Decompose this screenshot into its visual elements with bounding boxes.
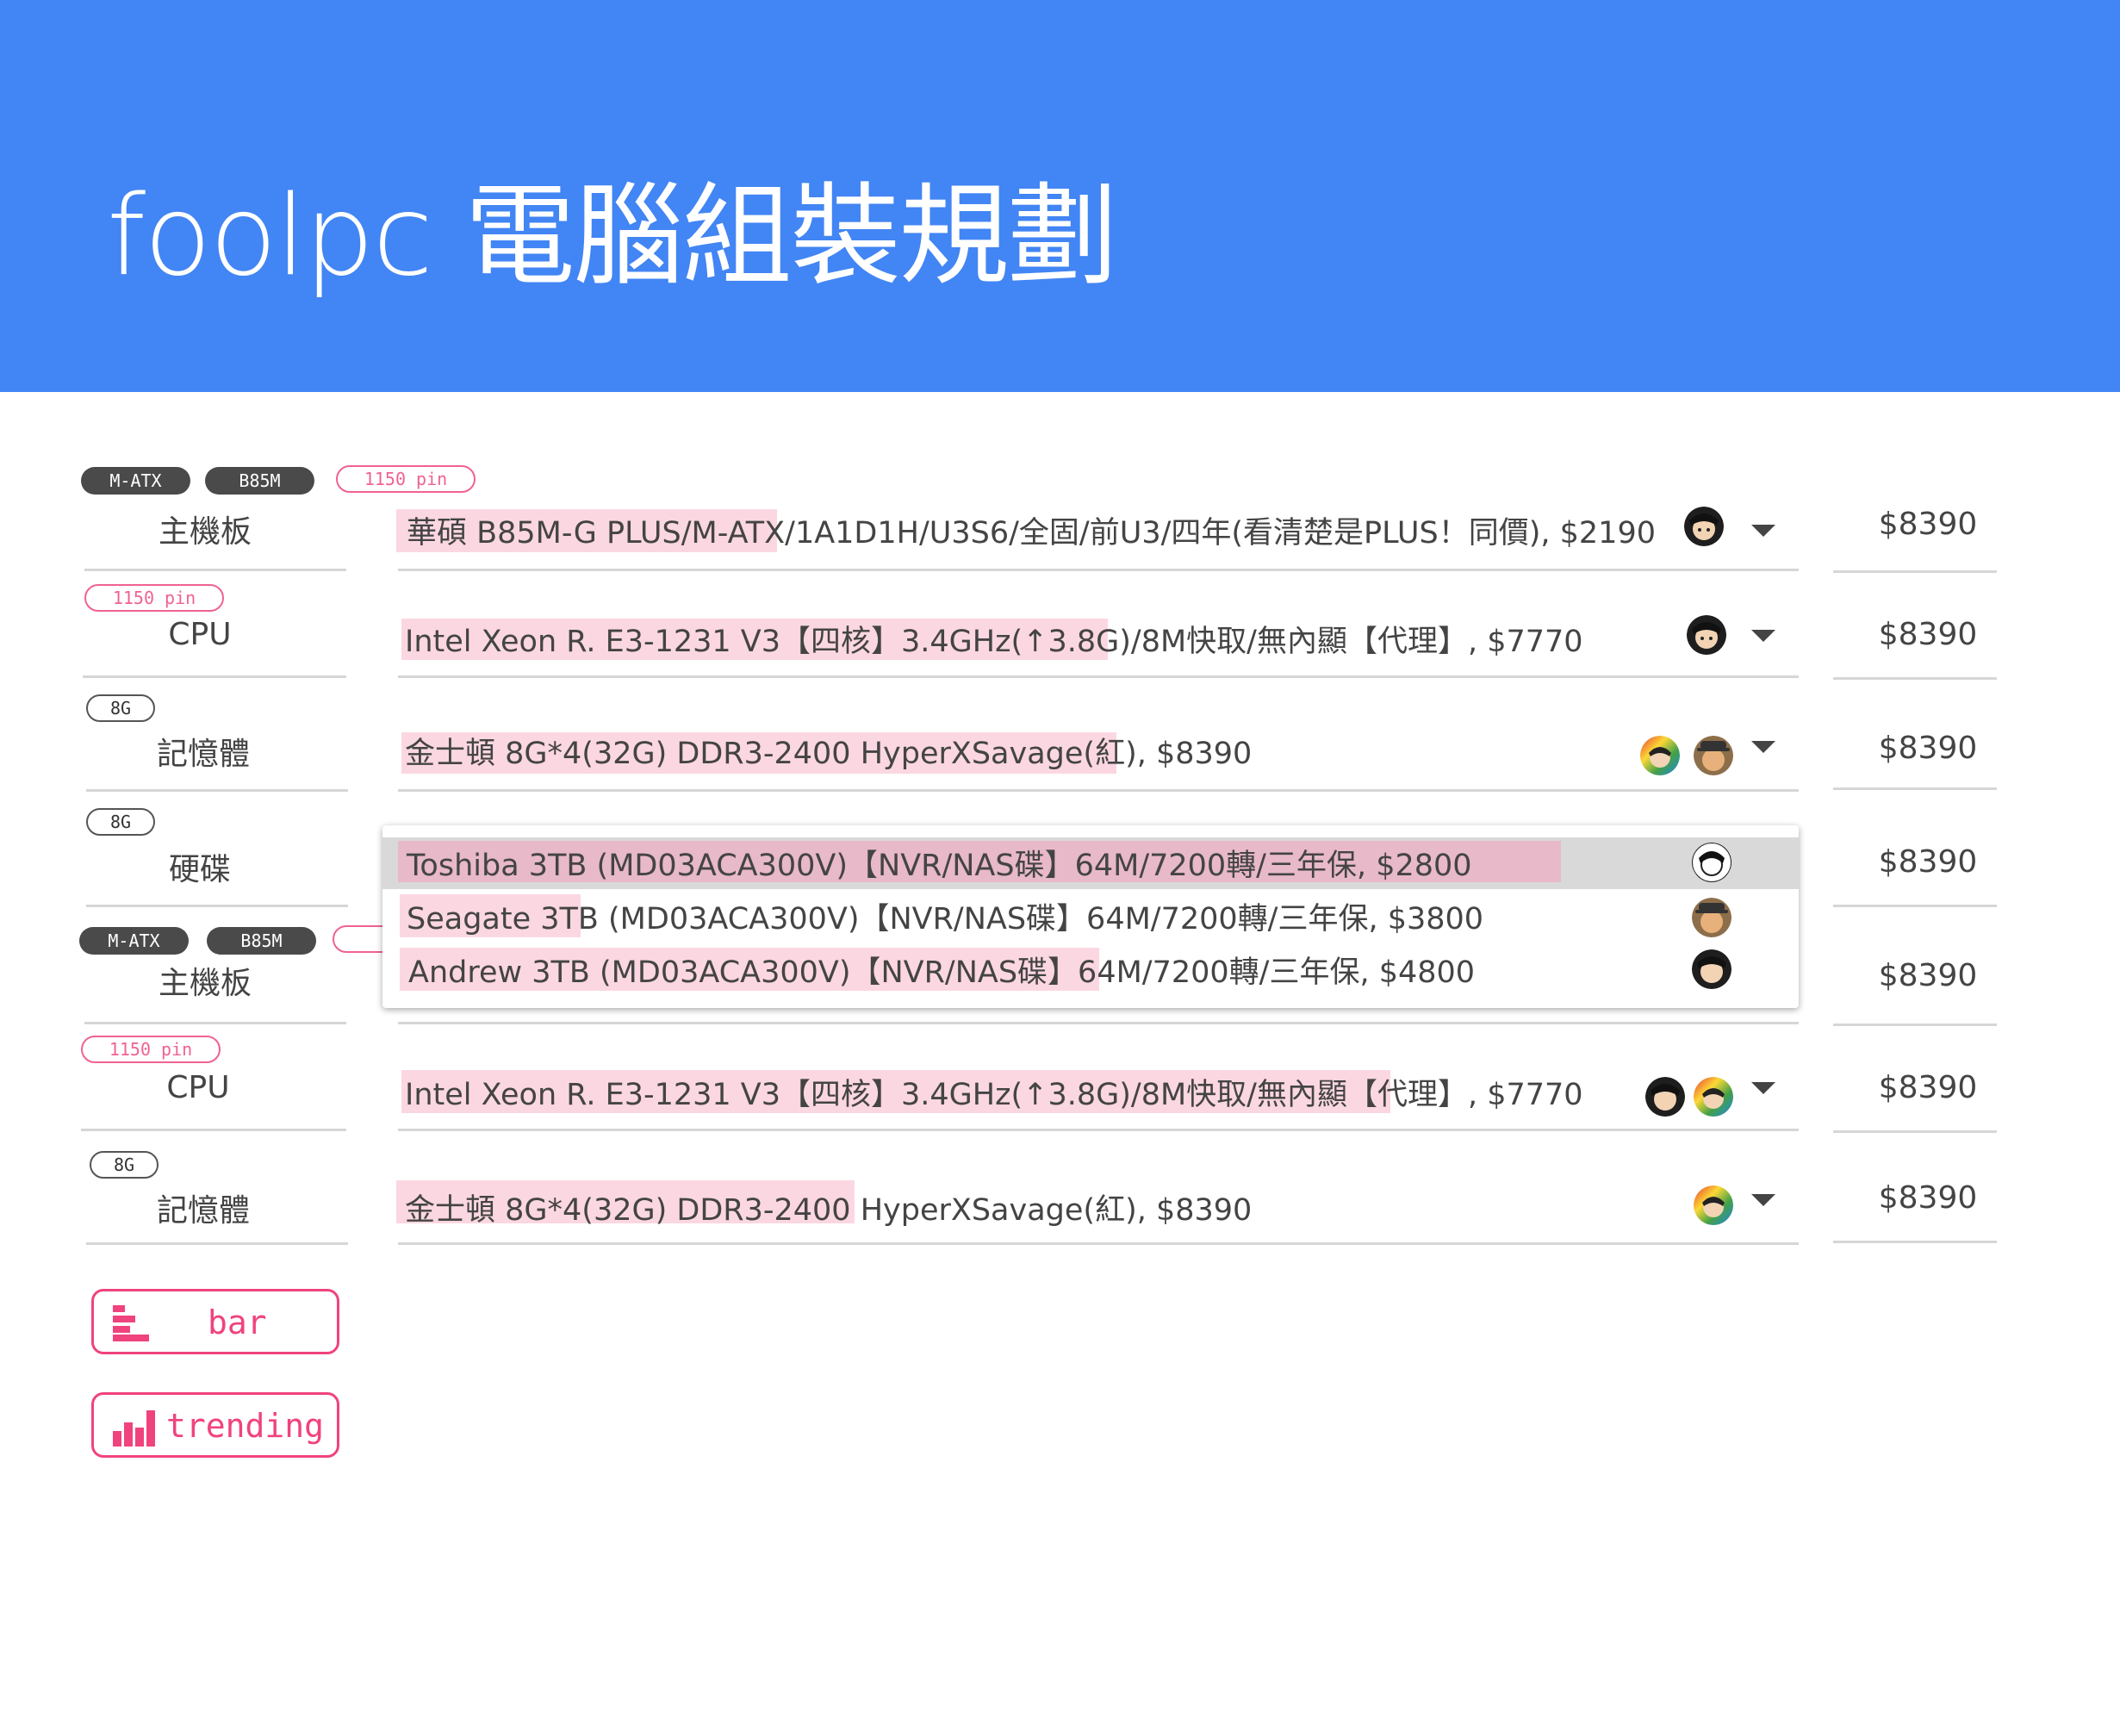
- price: $8390: [1878, 1070, 1978, 1105]
- price-underline: [1833, 787, 1997, 790]
- price: $8390: [1878, 1180, 1978, 1216]
- item-underline: [398, 1129, 1799, 1131]
- avatar-icon[interactable]: [1640, 736, 1680, 775]
- avatar-icon[interactable]: [1694, 736, 1733, 775]
- price: $8390: [1878, 617, 1978, 652]
- avatar-icon[interactable]: [1694, 1185, 1733, 1225]
- component-label: CPU: [168, 617, 232, 652]
- price-underline: [1833, 1241, 1997, 1243]
- caret-down-icon[interactable]: [1751, 630, 1775, 642]
- avatar-icon[interactable]: [1687, 615, 1726, 655]
- dropdown-option[interactable]: Seagate 3TB (MD03ACA300V)【NVR/NAS碟】64M/7…: [382, 889, 1799, 941]
- bar-view-button[interactable]: bar: [91, 1289, 339, 1354]
- tag-socket: 1150 pin: [81, 1036, 221, 1063]
- caret-down-icon[interactable]: [1751, 525, 1775, 537]
- component-label: 記憶體: [156, 737, 250, 772]
- dropdown-option[interactable]: Andrew 3TB (MD03ACA300V)【NVR/NAS碟】64M/72…: [382, 941, 1799, 992]
- caret-down-icon[interactable]: [1751, 1194, 1775, 1206]
- component-label: 主機板: [158, 514, 252, 550]
- selected-item[interactable]: Intel Xeon R. E3-1231 V3【四核】3.4GHz(↑3.8G…: [405, 1070, 1583, 1114]
- avatar-icon: [1692, 898, 1731, 937]
- price-underline: [1833, 905, 1997, 907]
- avatar-icon[interactable]: [1684, 507, 1724, 546]
- component-label: 硬碟: [168, 852, 231, 887]
- caret-down-icon[interactable]: [1751, 741, 1775, 753]
- tag-socket: 1150 pin: [84, 584, 224, 612]
- label-underline: [86, 789, 348, 792]
- item-underline: [398, 789, 1799, 792]
- tag-form-factor: M-ATX: [81, 467, 190, 495]
- avatar-icon[interactable]: [1694, 1077, 1733, 1117]
- tag-capacity: 8G: [90, 1151, 159, 1179]
- tag-chipset: B85M: [205, 467, 314, 495]
- bar-chart-horizontal-icon: [113, 1305, 156, 1345]
- tag-socket: 1150 pin: [336, 465, 476, 493]
- price: $8390: [1878, 731, 1978, 766]
- item-underline: [398, 1242, 1799, 1245]
- dropdown-option[interactable]: Toshiba 3TB (MD03ACA300V)【NVR/NAS碟】64M/7…: [382, 837, 1799, 889]
- item-underline: [398, 1022, 1799, 1024]
- bar-chart-vertical-icon: [113, 1407, 156, 1450]
- label-underline: [86, 1242, 348, 1245]
- option-label: Seagate 3TB (MD03ACA300V)【NVR/NAS碟】64M/7…: [407, 902, 1484, 936]
- price-underline: [1833, 677, 1997, 680]
- trending-view-button[interactable]: trending: [91, 1392, 339, 1458]
- selected-item[interactable]: Intel Xeon R. E3-1231 V3【四核】3.4GHz(↑3.8G…: [405, 617, 1583, 661]
- trending-button-label: trending: [166, 1407, 325, 1445]
- item-dropdown: Toshiba 3TB (MD03ACA300V)【NVR/NAS碟】64M/7…: [382, 825, 1799, 1008]
- avatar-icon[interactable]: [1645, 1077, 1685, 1117]
- component-label: 主機板: [158, 966, 252, 1001]
- price: $8390: [1878, 507, 1978, 542]
- label-underline: [81, 1129, 346, 1131]
- price: $8390: [1878, 958, 1978, 993]
- app-header: foolpc 電腦組裝規劃: [0, 0, 2120, 392]
- tag-capacity: 8G: [86, 694, 155, 722]
- option-label: Toshiba 3TB (MD03ACA300V)【NVR/NAS碟】64M/7…: [407, 849, 1472, 883]
- page-title: foolpc 電腦組裝規劃: [107, 172, 1118, 301]
- price: $8390: [1878, 844, 1978, 880]
- component-label: 記憶體: [156, 1193, 250, 1229]
- item-underline: [398, 569, 1799, 571]
- price-underline: [1833, 570, 1997, 573]
- item-underline: [398, 675, 1799, 678]
- selected-item[interactable]: 華碩 B85M-G PLUS/M-ATX/1A1D1H/U3S6/全固/前U3/…: [407, 508, 1656, 552]
- selected-item[interactable]: 金士頓 8G*4(32G) DDR3-2400 HyperXSavage(紅),…: [405, 1185, 1252, 1229]
- label-underline: [83, 675, 346, 678]
- tag-capacity: 8G: [86, 808, 155, 836]
- label-underline: [84, 1022, 346, 1024]
- avatar-icon: [1692, 843, 1731, 882]
- component-label: CPU: [166, 1070, 230, 1105]
- option-label: Andrew 3TB (MD03ACA300V)【NVR/NAS碟】64M/72…: [408, 955, 1476, 990]
- caret-down-icon[interactable]: [1751, 1082, 1775, 1094]
- price-underline: [1833, 1130, 1997, 1133]
- tag-form-factor: M-ATX: [79, 927, 189, 955]
- avatar-icon: [1692, 949, 1731, 989]
- tag-chipset: B85M: [207, 927, 316, 955]
- label-underline: [84, 569, 346, 571]
- selected-item[interactable]: 金士頓 8G*4(32G) DDR3-2400 HyperXSavage(紅),…: [405, 729, 1252, 773]
- bar-button-label: bar: [208, 1304, 267, 1341]
- label-underline: [86, 905, 348, 907]
- price-underline: [1833, 1024, 1997, 1026]
